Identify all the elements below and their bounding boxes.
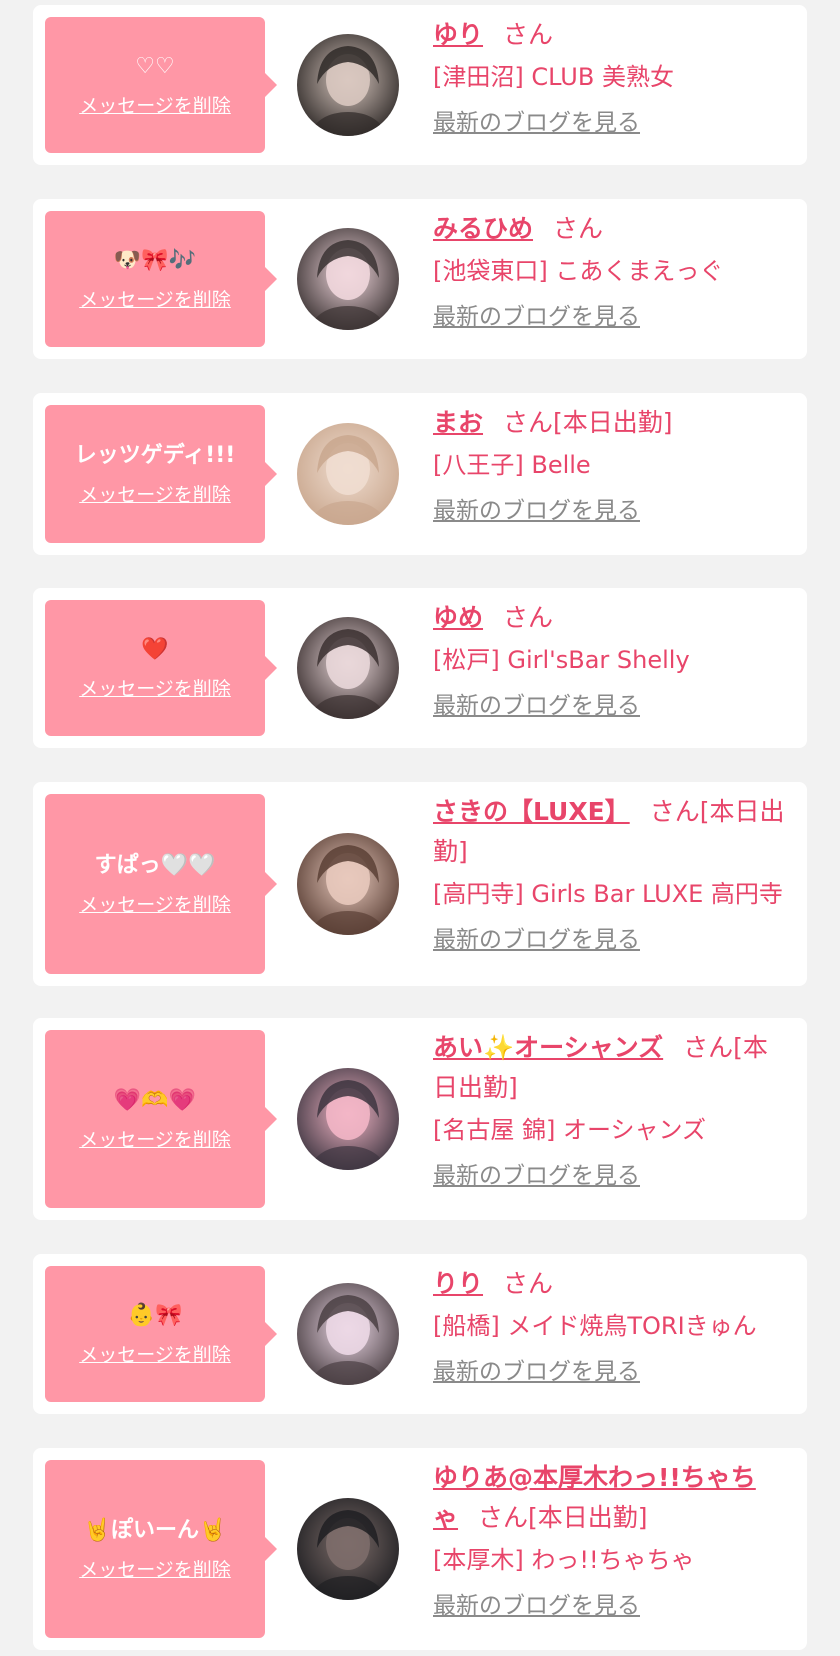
message-text: すぱっ🤍🤍 [94,853,216,878]
message-list: ♡♡ メッセージを削除 ゆり さん [津田沼] CLUB 美熟女 最新のブログを見る 🐶🎀🎶… [0,0,840,1656]
message-bubble: レッツゲディ!!! メッセージを削除 [45,405,277,543]
latest-blog-link[interactable]: 最新のブログを見る [433,924,640,956]
message-text: 💗🫶💗 [113,1088,197,1113]
honorific-label: さん [503,20,554,49]
profile-photo-icon[interactable] [297,1283,399,1385]
delete-message-link[interactable]: メッセージを削除 [79,1128,231,1152]
message-card: 🤘ぽいーん🤘 メッセージを削除 ゆりあ@本厚木わっ!!ちゃちゃ さん[本日出勤] [本厚… [33,1448,807,1650]
honorific-label: さん [503,408,554,437]
profile-photo-icon[interactable] [297,617,399,719]
message-card: すぱっ🤍🤍 メッセージを削除 さきの【LUXE】 さん[本日出勤] [高円寺] Girl… [33,782,807,986]
message-bubble: 💗🫶💗 メッセージを削除 [45,1030,277,1208]
message-text: レッツゲディ!!! [74,443,236,468]
delete-message-link[interactable]: メッセージを削除 [79,677,231,701]
message-text: ♡♡ [135,54,175,79]
message-text: 🐶🎀🎶 [113,248,197,273]
delete-message-link[interactable]: メッセージを削除 [79,94,231,118]
shop-label: [津田沼] CLUB 美熟女 [433,63,674,91]
delete-message-link[interactable]: メッセージを削除 [79,1558,231,1582]
name-line: ゆりあ@本厚木わっ!!ちゃちゃ さん[本日出勤] [433,1458,789,1538]
shop-label: [八王子] Belle [433,451,591,479]
name-line: ゆり さん [433,15,789,55]
cast-name-link[interactable]: ゆり [433,20,483,49]
delete-message-link[interactable]: メッセージを削除 [79,1343,231,1367]
shop-label: [松戸] Girl'sBar Shelly [433,646,690,674]
cast-info: ゆめ さん [松戸] Girl'sBar Shelly 最新のブログを見る [433,598,789,722]
name-line: さきの【LUXE】 さん[本日出勤] [433,792,789,872]
honorific-label: さん [478,1503,529,1532]
name-line: みるひめ さん [433,209,789,249]
message-card: ❤️ メッセージを削除 ゆめ さん [松戸] Girl'sBar Shelly 最新のブロ… [33,588,807,748]
cast-info: さきの【LUXE】 さん[本日出勤] [高円寺] Girls Bar LUXE 高円… [433,792,789,956]
shop-label: [本厚木] わっ!!ちゃちゃ [433,1546,695,1574]
message-card: 💗🫶💗 メッセージを削除 あい✨オーシャンズ さん[本日出勤] [名古屋 錦] オーシャ… [33,1018,807,1220]
name-line: あい✨オーシャンズ さん[本日出勤] [433,1028,789,1108]
cast-info: ゆり さん [津田沼] CLUB 美熟女最新のブログを見る [433,15,789,139]
profile-photo-icon[interactable] [297,1498,399,1600]
honorific-label: さん [683,1033,734,1062]
delete-message-link[interactable]: メッセージを削除 [79,483,231,507]
honorific-label: さん [553,214,604,243]
cast-name-link[interactable]: ゆめ [433,603,483,632]
profile-photo-icon[interactable] [297,833,399,935]
message-card: ♡♡ メッセージを削除 ゆり さん [津田沼] CLUB 美熟女最新のブログを見る [33,5,807,165]
name-line: ゆめ さん [433,598,789,638]
cast-name-link[interactable]: さきの【LUXE】 [433,797,630,826]
latest-blog-link[interactable]: 最新のブログを見る [433,690,640,722]
latest-blog-link[interactable]: 最新のブログを見る [433,107,640,139]
profile-photo-icon[interactable] [297,423,399,525]
profile-photo-icon[interactable] [297,228,399,330]
delete-message-link[interactable]: メッセージを削除 [79,893,231,917]
shop-label: [池袋東口] こあくまえっぐ [433,257,724,285]
profile-photo-icon[interactable] [297,34,399,136]
message-text: ❤️ [141,637,169,662]
honorific-label: さん [649,797,700,826]
delete-message-link[interactable]: メッセージを削除 [79,288,231,312]
message-bubble: すぱっ🤍🤍 メッセージを削除 [45,794,277,974]
shop-label: [名古屋 錦] オーシャンズ [433,1116,707,1144]
cast-info: りり さん [船橋] メイド焼鳥TORIきゅん最新のブログを見る [433,1264,789,1388]
honorific-label: さん [503,1269,554,1298]
name-line: まお さん[本日出勤] [433,403,789,443]
message-text: 👶🎀 [127,1303,183,1328]
shop-label: [船橋] メイド焼鳥TORIきゅん [433,1312,757,1340]
cast-name-link[interactable]: まお [433,408,483,437]
cast-info: あい✨オーシャンズ さん[本日出勤] [名古屋 錦] オーシャンズ最新のブログを見る [433,1028,789,1192]
latest-blog-link[interactable]: 最新のブログを見る [433,495,640,527]
message-card: 👶🎀 メッセージを削除 りり さん [船橋] メイド焼鳥TORIきゅん最新のブログを見る [33,1254,807,1414]
latest-blog-link[interactable]: 最新のブログを見る [433,301,640,333]
status-label: [本日出勤] [553,408,673,437]
cast-info: ゆりあ@本厚木わっ!!ちゃちゃ さん[本日出勤] [本厚木] わっ!!ちゃちゃ最新の… [433,1458,789,1622]
name-line: りり さん [433,1264,789,1304]
status-label: [本日出勤] [528,1503,648,1532]
message-bubble: 👶🎀 メッセージを削除 [45,1266,277,1402]
message-text: 🤘ぽいーん🤘 [83,1518,227,1543]
message-bubble: ♡♡ メッセージを削除 [45,17,277,153]
latest-blog-link[interactable]: 最新のブログを見る [433,1160,640,1192]
latest-blog-link[interactable]: 最新のブログを見る [433,1590,640,1622]
cast-name-link[interactable]: りり [433,1269,483,1298]
cast-name-link[interactable]: みるひめ [433,214,533,243]
message-bubble: 🤘ぽいーん🤘 メッセージを削除 [45,1460,277,1638]
shop-label: [高円寺] Girls Bar LUXE 高円寺 [433,880,783,908]
message-card: レッツゲディ!!! メッセージを削除 まお さん[本日出勤] [八王子] Belle 最新… [33,393,807,555]
message-bubble: 🐶🎀🎶 メッセージを削除 [45,211,277,347]
message-bubble: ❤️ メッセージを削除 [45,600,277,736]
cast-info: みるひめ さん [池袋東口] こあくまえっぐ最新のブログを見る [433,209,789,333]
cast-name-link[interactable]: あい✨オーシャンズ [433,1033,663,1062]
latest-blog-link[interactable]: 最新のブログを見る [433,1356,640,1388]
cast-info: まお さん[本日出勤] [八王子] Belle 最新のブログを見る [433,403,789,527]
profile-photo-icon[interactable] [297,1068,399,1170]
honorific-label: さん [503,603,554,632]
message-card: 🐶🎀🎶 メッセージを削除 みるひめ さん [池袋東口] こあくまえっぐ最新のブログを見る [33,199,807,359]
